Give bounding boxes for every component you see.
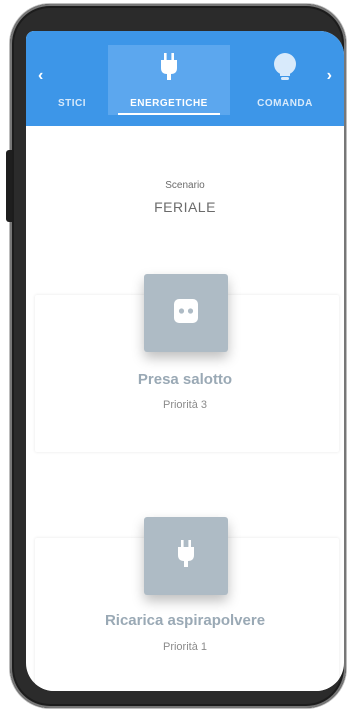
scenario-caption: Scenario	[165, 180, 205, 191]
side-button	[6, 150, 12, 222]
device-name: Ricarica aspirapolvere	[104, 612, 266, 629]
lightbulb-icon	[240, 53, 330, 83]
socket-icon	[173, 298, 199, 329]
scenario-value: FERIALE	[154, 199, 216, 215]
chevron-right-icon[interactable]: ›	[327, 67, 332, 85]
device-name: Presa salotto	[137, 371, 233, 388]
tab-previous[interactable]: STICI	[48, 45, 96, 115]
category-tab-bar: ‹ STICI ENERGETICHE COMANDA ›	[26, 31, 344, 126]
app-screen: ‹ STICI ENERGETICHE COMANDA › Scenario F…	[26, 31, 344, 691]
active-tab-indicator	[118, 113, 220, 115]
tab-next[interactable]: COMANDA	[240, 45, 330, 115]
device-priority: Priorità 1	[162, 641, 208, 653]
plug-icon	[177, 539, 195, 573]
chevron-left-icon[interactable]: ‹	[38, 67, 43, 85]
tab-next-label: COMANDA	[257, 98, 313, 109]
device-tile-plug[interactable]	[144, 517, 228, 595]
tab-energetiche[interactable]: ENERGETICHE	[108, 45, 230, 115]
device-priority: Priorità 3	[162, 399, 208, 411]
tab-energetiche-label: ENERGETICHE	[130, 98, 208, 109]
plug-icon	[108, 53, 230, 81]
tab-previous-label: STICI	[57, 98, 87, 109]
device-tile-socket[interactable]	[144, 274, 228, 352]
